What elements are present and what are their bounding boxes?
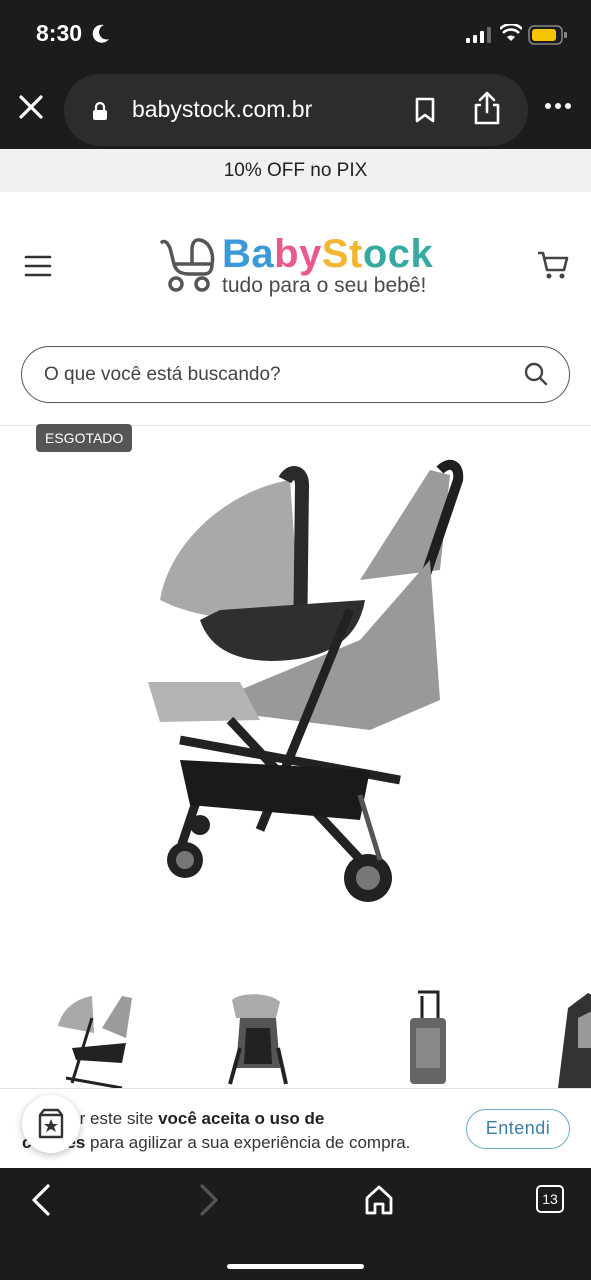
home-indicator [227, 1264, 364, 1269]
cookie-message: egar por este site você aceita o uso dec… [22, 1109, 411, 1152]
status-time: 8:30 [36, 20, 83, 46]
home-icon[interactable] [364, 1184, 394, 1216]
promo-banner[interactable]: 10% OFF no PIX [0, 149, 591, 192]
thumbnail-strip [0, 988, 591, 1088]
signal-icon [466, 27, 491, 43]
address-bar[interactable]: babystock.com.br [64, 74, 528, 146]
privacy-badge-icon[interactable] [22, 1095, 80, 1153]
lock-icon [93, 101, 107, 120]
search-placeholder: O que você está buscando? [44, 364, 281, 385]
back-icon[interactable] [28, 1184, 54, 1216]
thumbnail-1[interactable] [52, 988, 142, 1088]
battery-icon [528, 25, 567, 45]
menu-icon[interactable] [24, 254, 52, 278]
accept-cookies-button[interactable]: Entendi [466, 1109, 570, 1149]
share-icon[interactable] [472, 90, 502, 126]
sold-out-badge: ESGOTADO [36, 424, 133, 452]
status-bar: 8:30 [0, 0, 591, 72]
bookmark-icon[interactable] [414, 96, 436, 124]
search-input[interactable]: O que você está buscando? [21, 346, 570, 403]
cart-icon[interactable] [536, 250, 570, 280]
thumbnail-2[interactable] [220, 988, 300, 1088]
site-header: BabyStock tudo para o seu bebê! O que vo… [0, 192, 591, 428]
stroller-logo-icon [160, 238, 215, 292]
url-text: babystock.com.br [132, 96, 313, 122]
product-image[interactable] [140, 450, 470, 910]
brand-tagline: tudo para o seu bebê! [222, 274, 427, 297]
browser-toolbar: babystock.com.br [0, 72, 591, 149]
brand-name: BabyStock [222, 232, 434, 276]
thumbnail-4[interactable] [548, 988, 591, 1088]
tabs-button[interactable]: 13 [536, 1185, 564, 1213]
moon-icon [92, 24, 109, 43]
more-icon[interactable] [544, 102, 572, 110]
wifi-icon [500, 24, 522, 41]
close-icon[interactable] [16, 92, 46, 122]
thumbnail-3[interactable] [398, 988, 458, 1088]
forward-icon[interactable] [196, 1184, 222, 1216]
cookie-banner: egar por este site você aceita o uso dec… [0, 1088, 591, 1168]
search-icon[interactable] [523, 361, 549, 387]
browser-bottom-bar: 13 [0, 1168, 591, 1280]
